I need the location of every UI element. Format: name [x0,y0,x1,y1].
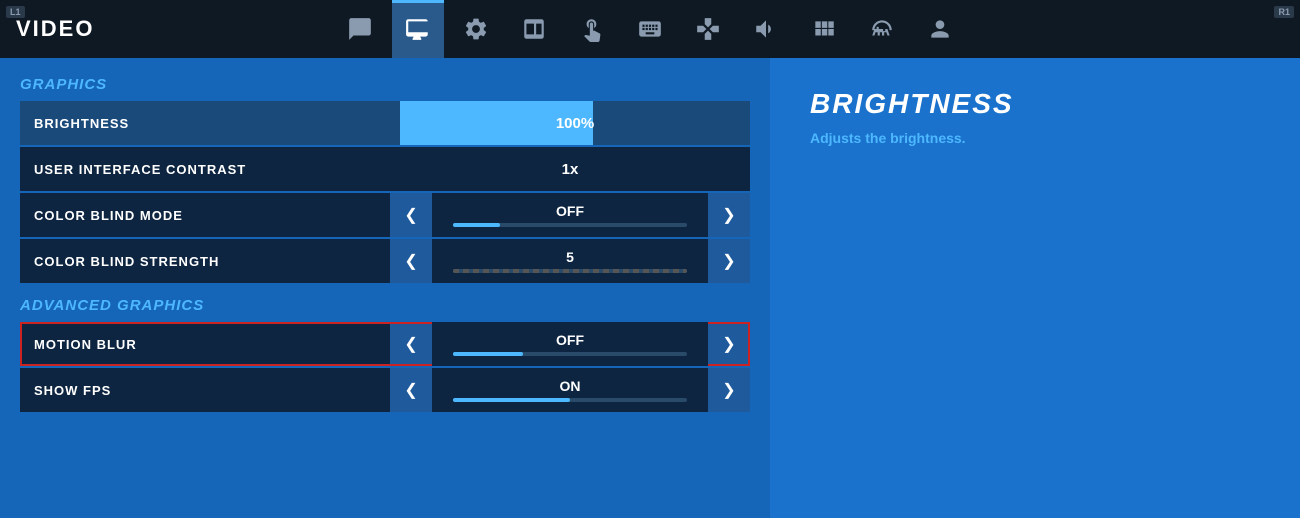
chat-nav-icon[interactable] [334,0,386,58]
show-fps-fill [453,398,570,402]
main-content: GRAPHICS BRIGHTNESS 100% USER INTERFACE … [0,58,1300,518]
color-blind-mode-value: OFF [556,203,584,219]
color-blind-mode-left[interactable]: ❮ [390,193,432,237]
keyboard-nav-icon[interactable] [624,0,676,58]
color-blind-mode-right[interactable]: ❯ [708,193,750,237]
color-blind-mode-center: OFF [432,193,708,237]
color-blind-strength-right[interactable]: ❯ [708,239,750,283]
graphics-group: GRAPHICS BRIGHTNESS 100% USER INTERFACE … [20,76,750,283]
motion-blur-row[interactable]: MOTION BLUR ❮ OFF ❯ [20,322,750,366]
color-blind-mode-fill [453,223,500,227]
show-fps-control: ❮ ON ❯ [390,368,750,412]
right-panel-description: Adjusts the brightness. [810,130,1260,146]
color-blind-strength-left[interactable]: ❮ [390,239,432,283]
top-bar: VIDEO L1 [0,0,1300,58]
display-nav-icon[interactable] [508,0,560,58]
touch-nav-icon[interactable] [566,0,618,58]
show-fps-left[interactable]: ❮ [390,368,432,412]
color-blind-mode-track [453,223,688,227]
monitor-nav-icon[interactable] [392,0,444,58]
badge-r: R1 [1274,6,1294,18]
color-blind-strength-control: ❮ 5 ❯ [390,239,750,283]
nav-icons [334,0,966,58]
show-fps-label: SHOW FPS [20,383,390,398]
show-fps-center: ON [432,368,708,412]
ui-contrast-label: USER INTERFACE CONTRAST [20,162,390,177]
motion-blur-center: OFF [432,322,708,366]
advanced-graphics-section-title: ADVANCED GRAPHICS [20,297,750,314]
motion-blur-label: MOTION BLUR [20,337,390,352]
motion-blur-left[interactable]: ❮ [390,322,432,366]
color-blind-strength-fill [453,269,688,273]
color-blind-strength-center: 5 [432,239,708,283]
show-fps-right[interactable]: ❯ [708,368,750,412]
ui-contrast-value: 1x [562,161,579,178]
brightness-row[interactable]: BRIGHTNESS 100% [20,101,750,145]
advanced-graphics-group: ADVANCED GRAPHICS MOTION BLUR ❮ OFF ❯ [20,297,750,412]
brightness-control[interactable]: 100% [400,101,750,145]
left-panel: GRAPHICS BRIGHTNESS 100% USER INTERFACE … [0,58,770,518]
brightness-label: BRIGHTNESS [20,116,400,131]
gear-nav-icon[interactable] [450,0,502,58]
profile-nav-icon[interactable] [914,0,966,58]
graphics-section-title: GRAPHICS [20,76,750,93]
motion-blur-fill [453,352,523,356]
page-title: VIDEO [16,16,94,42]
color-blind-mode-label: COLOR BLIND MODE [20,208,390,223]
right-panel: BRIGHTNESS Adjusts the brightness. [770,58,1300,518]
color-blind-strength-track [453,269,688,273]
show-fps-track [453,398,688,402]
badge-l: L1 [6,6,25,18]
color-blind-strength-label: COLOR BLIND STRENGTH [20,254,390,269]
ui-contrast-row[interactable]: USER INTERFACE CONTRAST 1x [20,147,750,191]
color-blind-strength-row[interactable]: COLOR BLIND STRENGTH ❮ 5 ❯ [20,239,750,283]
motion-blur-track [453,352,688,356]
motion-blur-value: OFF [556,332,584,348]
color-blind-strength-value: 5 [566,249,574,265]
right-panel-title: BRIGHTNESS [810,88,1260,120]
brightness-value: 100% [400,115,750,132]
motion-blur-control: ❮ OFF ❯ [390,322,750,366]
gamepad-nav-icon[interactable] [856,0,908,58]
color-blind-mode-row[interactable]: COLOR BLIND MODE ❮ OFF ❯ [20,193,750,237]
show-fps-value: ON [560,378,581,394]
show-fps-row[interactable]: SHOW FPS ❮ ON ❯ [20,368,750,412]
ui-contrast-control: 1x [390,147,750,191]
grid-nav-icon[interactable] [798,0,850,58]
audio-nav-icon[interactable] [740,0,792,58]
motion-blur-right[interactable]: ❯ [708,322,750,366]
controller-nav-icon[interactable] [682,0,734,58]
color-blind-mode-control: ❮ OFF ❯ [390,193,750,237]
